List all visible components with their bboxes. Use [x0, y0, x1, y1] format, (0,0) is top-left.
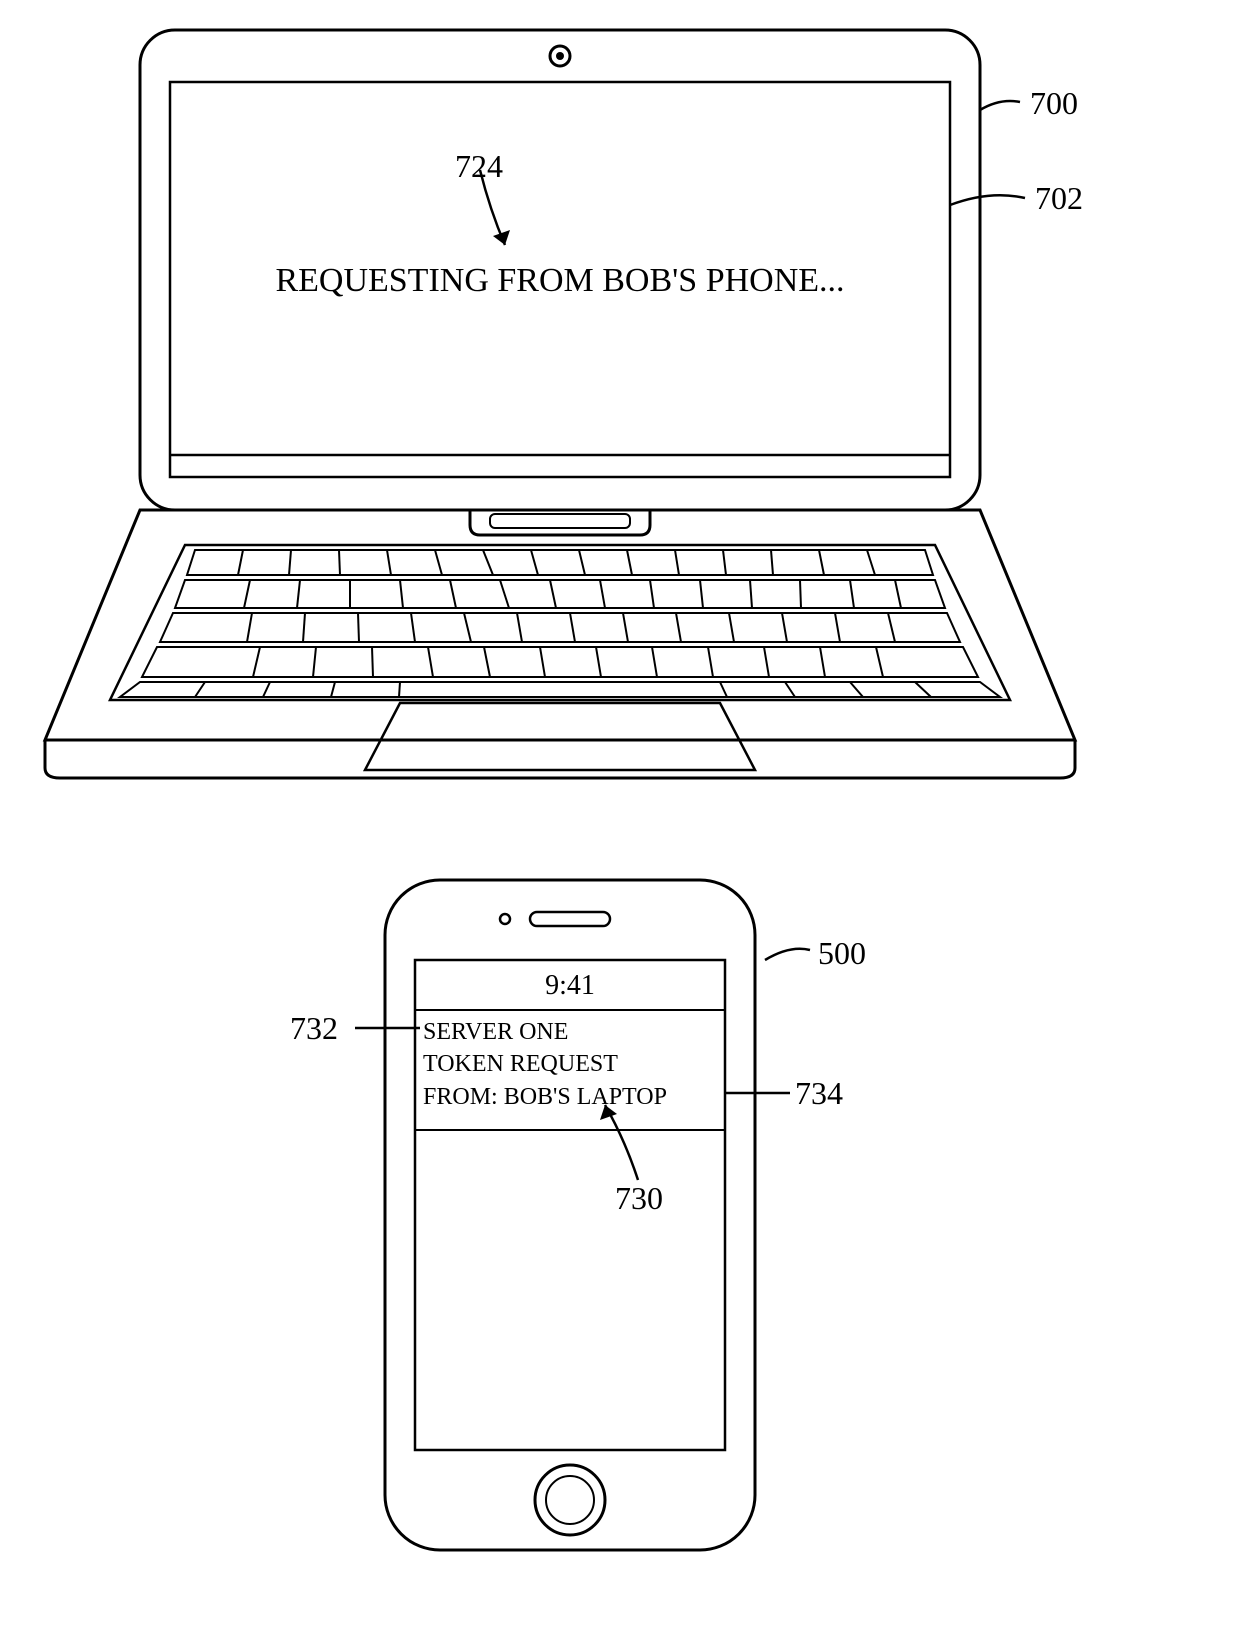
ref-734: 734	[795, 1075, 843, 1112]
ref-732: 732	[290, 1010, 338, 1047]
ref-730: 730	[615, 1180, 663, 1217]
ref-500: 500	[818, 935, 866, 972]
